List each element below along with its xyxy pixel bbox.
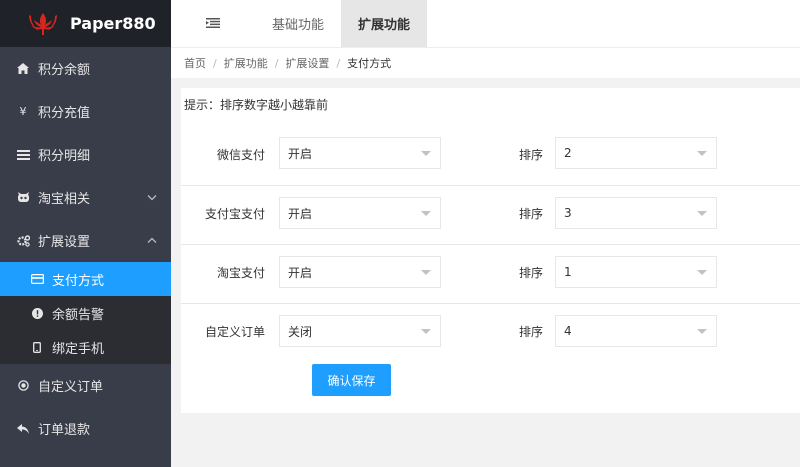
target-icon [16, 380, 30, 391]
dropdown-arrow-icon [697, 329, 707, 334]
payment-settings-card: 提示：排序数字越小越靠前 微信支付 开启 排序 2 支付宝支付 开启 排序 3 … [181, 88, 800, 413]
sidebar-item-label: 自定义订单 [38, 380, 104, 395]
logo-text: Paper880 [70, 14, 156, 33]
sort-value: 4 [564, 324, 572, 338]
sort-label: 排序 [518, 325, 543, 339]
payment-label: 支付宝支付 [204, 207, 265, 221]
sidebar-subitem-payment-method[interactable]: 支付方式 [0, 262, 171, 296]
list-icon [16, 149, 30, 160]
sidebar-subitem-label: 绑定手机 [52, 341, 105, 357]
sidebar-item-taobao[interactable]: 淘宝相关 [0, 176, 171, 219]
breadcrumb: 首页 / 扩展功能 / 扩展设置 / 支付方式 [171, 48, 800, 78]
reply-icon [16, 423, 30, 434]
sidebar-item-order-refund[interactable]: 订单退款 [0, 407, 171, 450]
sort-select[interactable]: 4 [555, 315, 717, 347]
sort-tip: 提示：排序数字越小越靠前 [184, 98, 329, 112]
sidebar-item-label: 扩展设置 [38, 235, 91, 250]
status-select[interactable]: 开启 [279, 137, 441, 169]
save-button[interactable]: 确认保存 [312, 364, 391, 396]
credit-card-icon [30, 274, 44, 284]
laurel-logo-icon [29, 12, 57, 35]
status-value: 关闭 [288, 324, 313, 339]
sidebar-item-label: 积分充值 [38, 106, 91, 121]
sort-select[interactable]: 2 [555, 137, 717, 169]
alert-icon [30, 307, 44, 319]
sort-value: 3 [564, 206, 572, 220]
breadcrumb-separator: / [274, 56, 279, 70]
tab-basic-functions[interactable]: 基础功能 [255, 0, 341, 47]
home-icon [16, 63, 30, 74]
tab-extended-functions[interactable]: 扩展功能 [341, 0, 428, 47]
sidebar-subitem-label: 支付方式 [52, 273, 105, 289]
sidebar-subitem-bind-phone[interactable]: 绑定手机 [0, 330, 171, 364]
dropdown-arrow-icon [697, 270, 707, 275]
status-select[interactable]: 开启 [279, 197, 441, 229]
dropdown-arrow-icon [697, 211, 707, 216]
payment-row-wechat: 微信支付 开启 排序 2 [181, 128, 800, 186]
payment-row-custom-order: 自定义订单 关闭 排序 4 [181, 305, 800, 363]
sort-value: 1 [564, 265, 572, 279]
status-select[interactable]: 开启 [279, 256, 441, 288]
sidebar-nav-bottom: 自定义订单 订单退款 [0, 364, 171, 450]
sidebar-item-label: 积分余额 [38, 63, 91, 78]
sidebar-item-label: 淘宝相关 [38, 192, 91, 207]
status-value: 开启 [288, 146, 313, 161]
breadcrumb-separator: / [336, 56, 341, 70]
dropdown-arrow-icon [421, 211, 431, 216]
dropdown-arrow-icon [421, 151, 431, 156]
sidebar-item-custom-order[interactable]: 自定义订单 [0, 364, 171, 407]
sidebar-item-points-balance[interactable]: 积分余额 [0, 47, 171, 90]
payment-label: 自定义订单 [204, 325, 265, 339]
chevron-up-icon [147, 235, 157, 246]
sort-label: 排序 [518, 207, 543, 221]
sort-label: 排序 [518, 266, 543, 280]
sidebar-item-points-recharge[interactable]: ¥ 积分充值 [0, 90, 171, 133]
sidebar-nav: 积分余额 ¥ 积分充值 积分明细 淘宝相关 扩展设置 [0, 47, 171, 262]
payment-label: 微信支付 [216, 148, 265, 162]
payment-row-alipay: 支付宝支付 开启 排序 3 [181, 187, 800, 245]
breadcrumb-settings-link[interactable]: 扩展设置 [285, 55, 329, 71]
status-value: 开启 [288, 265, 313, 280]
sort-select[interactable]: 1 [555, 256, 717, 288]
payment-label: 淘宝支付 [216, 266, 265, 280]
payment-row-taobao: 淘宝支付 开启 排序 1 [181, 246, 800, 304]
sidebar-subitem-label: 余额告警 [52, 307, 105, 323]
mobile-icon [30, 341, 44, 353]
status-value: 开启 [288, 206, 313, 221]
dropdown-arrow-icon [697, 151, 707, 156]
breadcrumb-separator: / [213, 56, 217, 70]
top-header: 基础功能 扩展功能 [171, 0, 800, 48]
yen-icon: ¥ [19, 105, 27, 118]
gears-icon [16, 234, 30, 247]
dropdown-arrow-icon [421, 270, 431, 275]
breadcrumb-extended-link[interactable]: 扩展功能 [224, 55, 268, 71]
sidebar-item-points-detail[interactable]: 积分明细 [0, 133, 171, 176]
sidebar-item-label: 积分明细 [38, 149, 91, 164]
logo[interactable]: Paper880 [0, 0, 171, 47]
sidebar-item-label: 订单退款 [38, 423, 91, 438]
taobao-icon [16, 192, 30, 203]
menu-toggle-button[interactable] [171, 0, 255, 47]
dropdown-arrow-icon [421, 329, 431, 334]
sort-select[interactable]: 3 [555, 197, 717, 229]
status-select[interactable]: 关闭 [279, 315, 441, 347]
sidebar-submenu: 支付方式 余额告警 绑定手机 [0, 262, 171, 364]
sort-value: 2 [564, 146, 572, 160]
breadcrumb-home-link[interactable]: 首页 [184, 55, 206, 71]
chevron-down-icon [147, 192, 157, 203]
indent-icon [206, 16, 220, 32]
sidebar-subitem-balance-alert[interactable]: 余额告警 [0, 296, 171, 330]
sidebar-item-extension-settings[interactable]: 扩展设置 [0, 219, 171, 262]
sort-label: 排序 [518, 148, 543, 162]
sidebar: Paper880 积分余额 ¥ 积分充值 积分明细 淘宝相关 扩展设置 支付方式… [0, 0, 171, 467]
breadcrumb-current: 支付方式 [347, 57, 392, 70]
